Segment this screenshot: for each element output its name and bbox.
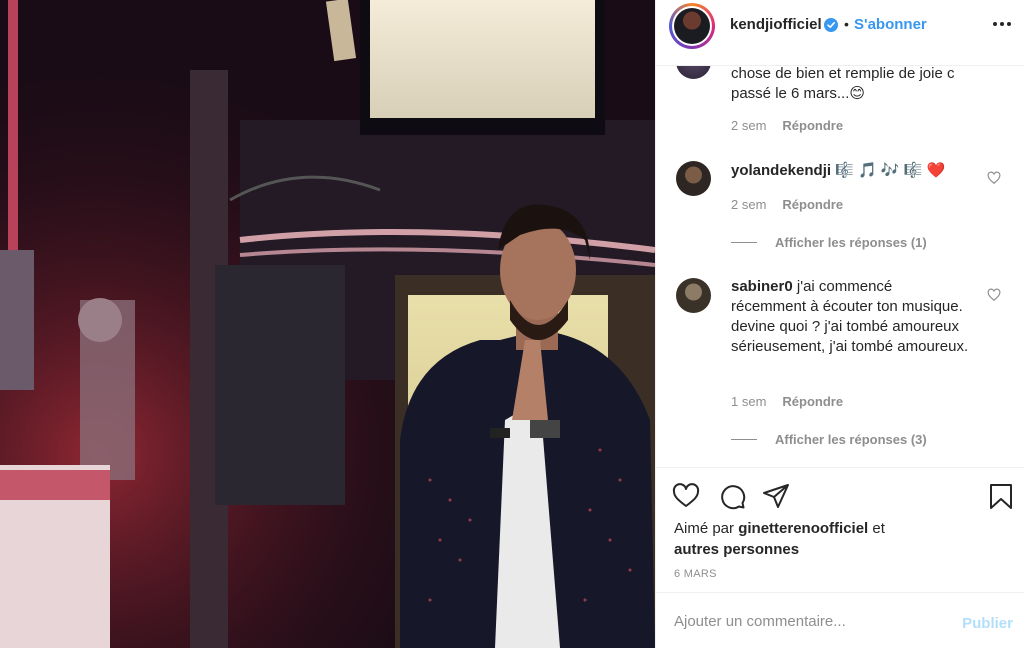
post-header: kendjiofficiel • S'abonner — [656, 0, 1024, 66]
comment-text: yolandekendji 🎼 🎵 🎶 🎼 ❤️ — [731, 161, 971, 181]
comment-meta: 2 sem Répondre — [731, 197, 843, 212]
post-photo[interactable] — [0, 0, 655, 648]
comment-meta: 1 sem Répondre — [731, 394, 843, 409]
comment-text: chose de bien et remplie de joie c passé… — [731, 66, 971, 104]
separator-dot: • — [844, 16, 849, 32]
add-comment-bar: Publier — [656, 592, 1024, 648]
view-replies-label: Afficher les réponses (3) — [775, 432, 927, 447]
liked-by-others-button[interactable]: autres personnes — [674, 541, 799, 558]
view-replies-button[interactable]: Afficher les réponses (3) — [731, 432, 927, 447]
comment-like-heart-icon[interactable] — [987, 288, 1001, 302]
heart-icon[interactable] — [672, 482, 700, 510]
author-avatar[interactable] — [669, 3, 715, 49]
reply-button[interactable]: Répondre — [782, 394, 843, 409]
post-actions: Aimé par ginetterenoofficiel et autres p… — [656, 467, 1024, 592]
author-username[interactable]: kendjiofficiel — [730, 16, 822, 33]
reply-button[interactable]: Répondre — [782, 197, 843, 212]
comment-text: sabiner0 j'ai commencé récemment à écout… — [731, 277, 971, 357]
comment-avatar[interactable] — [676, 66, 711, 79]
replies-line — [731, 439, 757, 440]
comment-avatar[interactable] — [676, 278, 711, 313]
comment-line: chose de bien et remplie de joie c — [731, 66, 955, 82]
comment-time[interactable]: 2 sem — [731, 197, 766, 212]
comments-list[interactable]: chose de bien et remplie de joie c passé… — [656, 66, 1024, 467]
comment-avatar[interactable] — [676, 161, 711, 196]
replies-line — [731, 242, 757, 243]
comment-body: 🎼 🎵 🎶 🎼 ❤️ — [835, 162, 946, 179]
photo-illustration — [0, 0, 655, 648]
liked-by-username[interactable]: ginetterenoofficiel — [738, 520, 868, 537]
view-replies-label: Afficher les réponses (1) — [775, 235, 927, 250]
comment-icon[interactable] — [718, 482, 746, 510]
likes-summary: Aimé par ginetterenoofficiel et autres p… — [674, 518, 974, 560]
comment-like-heart-icon[interactable] — [987, 171, 1001, 185]
verified-badge-icon — [824, 18, 838, 32]
comment-line: passé le 6 mars...😊 — [731, 85, 866, 102]
comment-username[interactable]: yolandekendji — [731, 162, 831, 179]
more-options-icon[interactable] — [991, 14, 1013, 34]
liked-by-and: et — [872, 520, 885, 537]
comment-input[interactable] — [674, 609, 944, 633]
comment-time[interactable]: 1 sem — [731, 394, 766, 409]
liked-by-prefix: Aimé par — [674, 520, 735, 537]
reply-button[interactable]: Répondre — [782, 118, 843, 133]
post-side-panel: kendjiofficiel • S'abonner chose de bien… — [655, 0, 1024, 648]
bookmark-icon[interactable] — [987, 482, 1015, 510]
follow-button[interactable]: S'abonner — [854, 16, 927, 33]
comment-username[interactable]: sabiner0 — [731, 278, 793, 295]
view-replies-button[interactable]: Afficher les réponses (1) — [731, 235, 927, 250]
post-date[interactable]: 6 MARS — [674, 568, 717, 580]
post-comment-button[interactable]: Publier — [962, 615, 1013, 632]
comment-time[interactable]: 2 sem — [731, 118, 766, 133]
comment-meta: 2 sem Répondre — [731, 118, 843, 133]
share-icon[interactable] — [762, 482, 790, 510]
